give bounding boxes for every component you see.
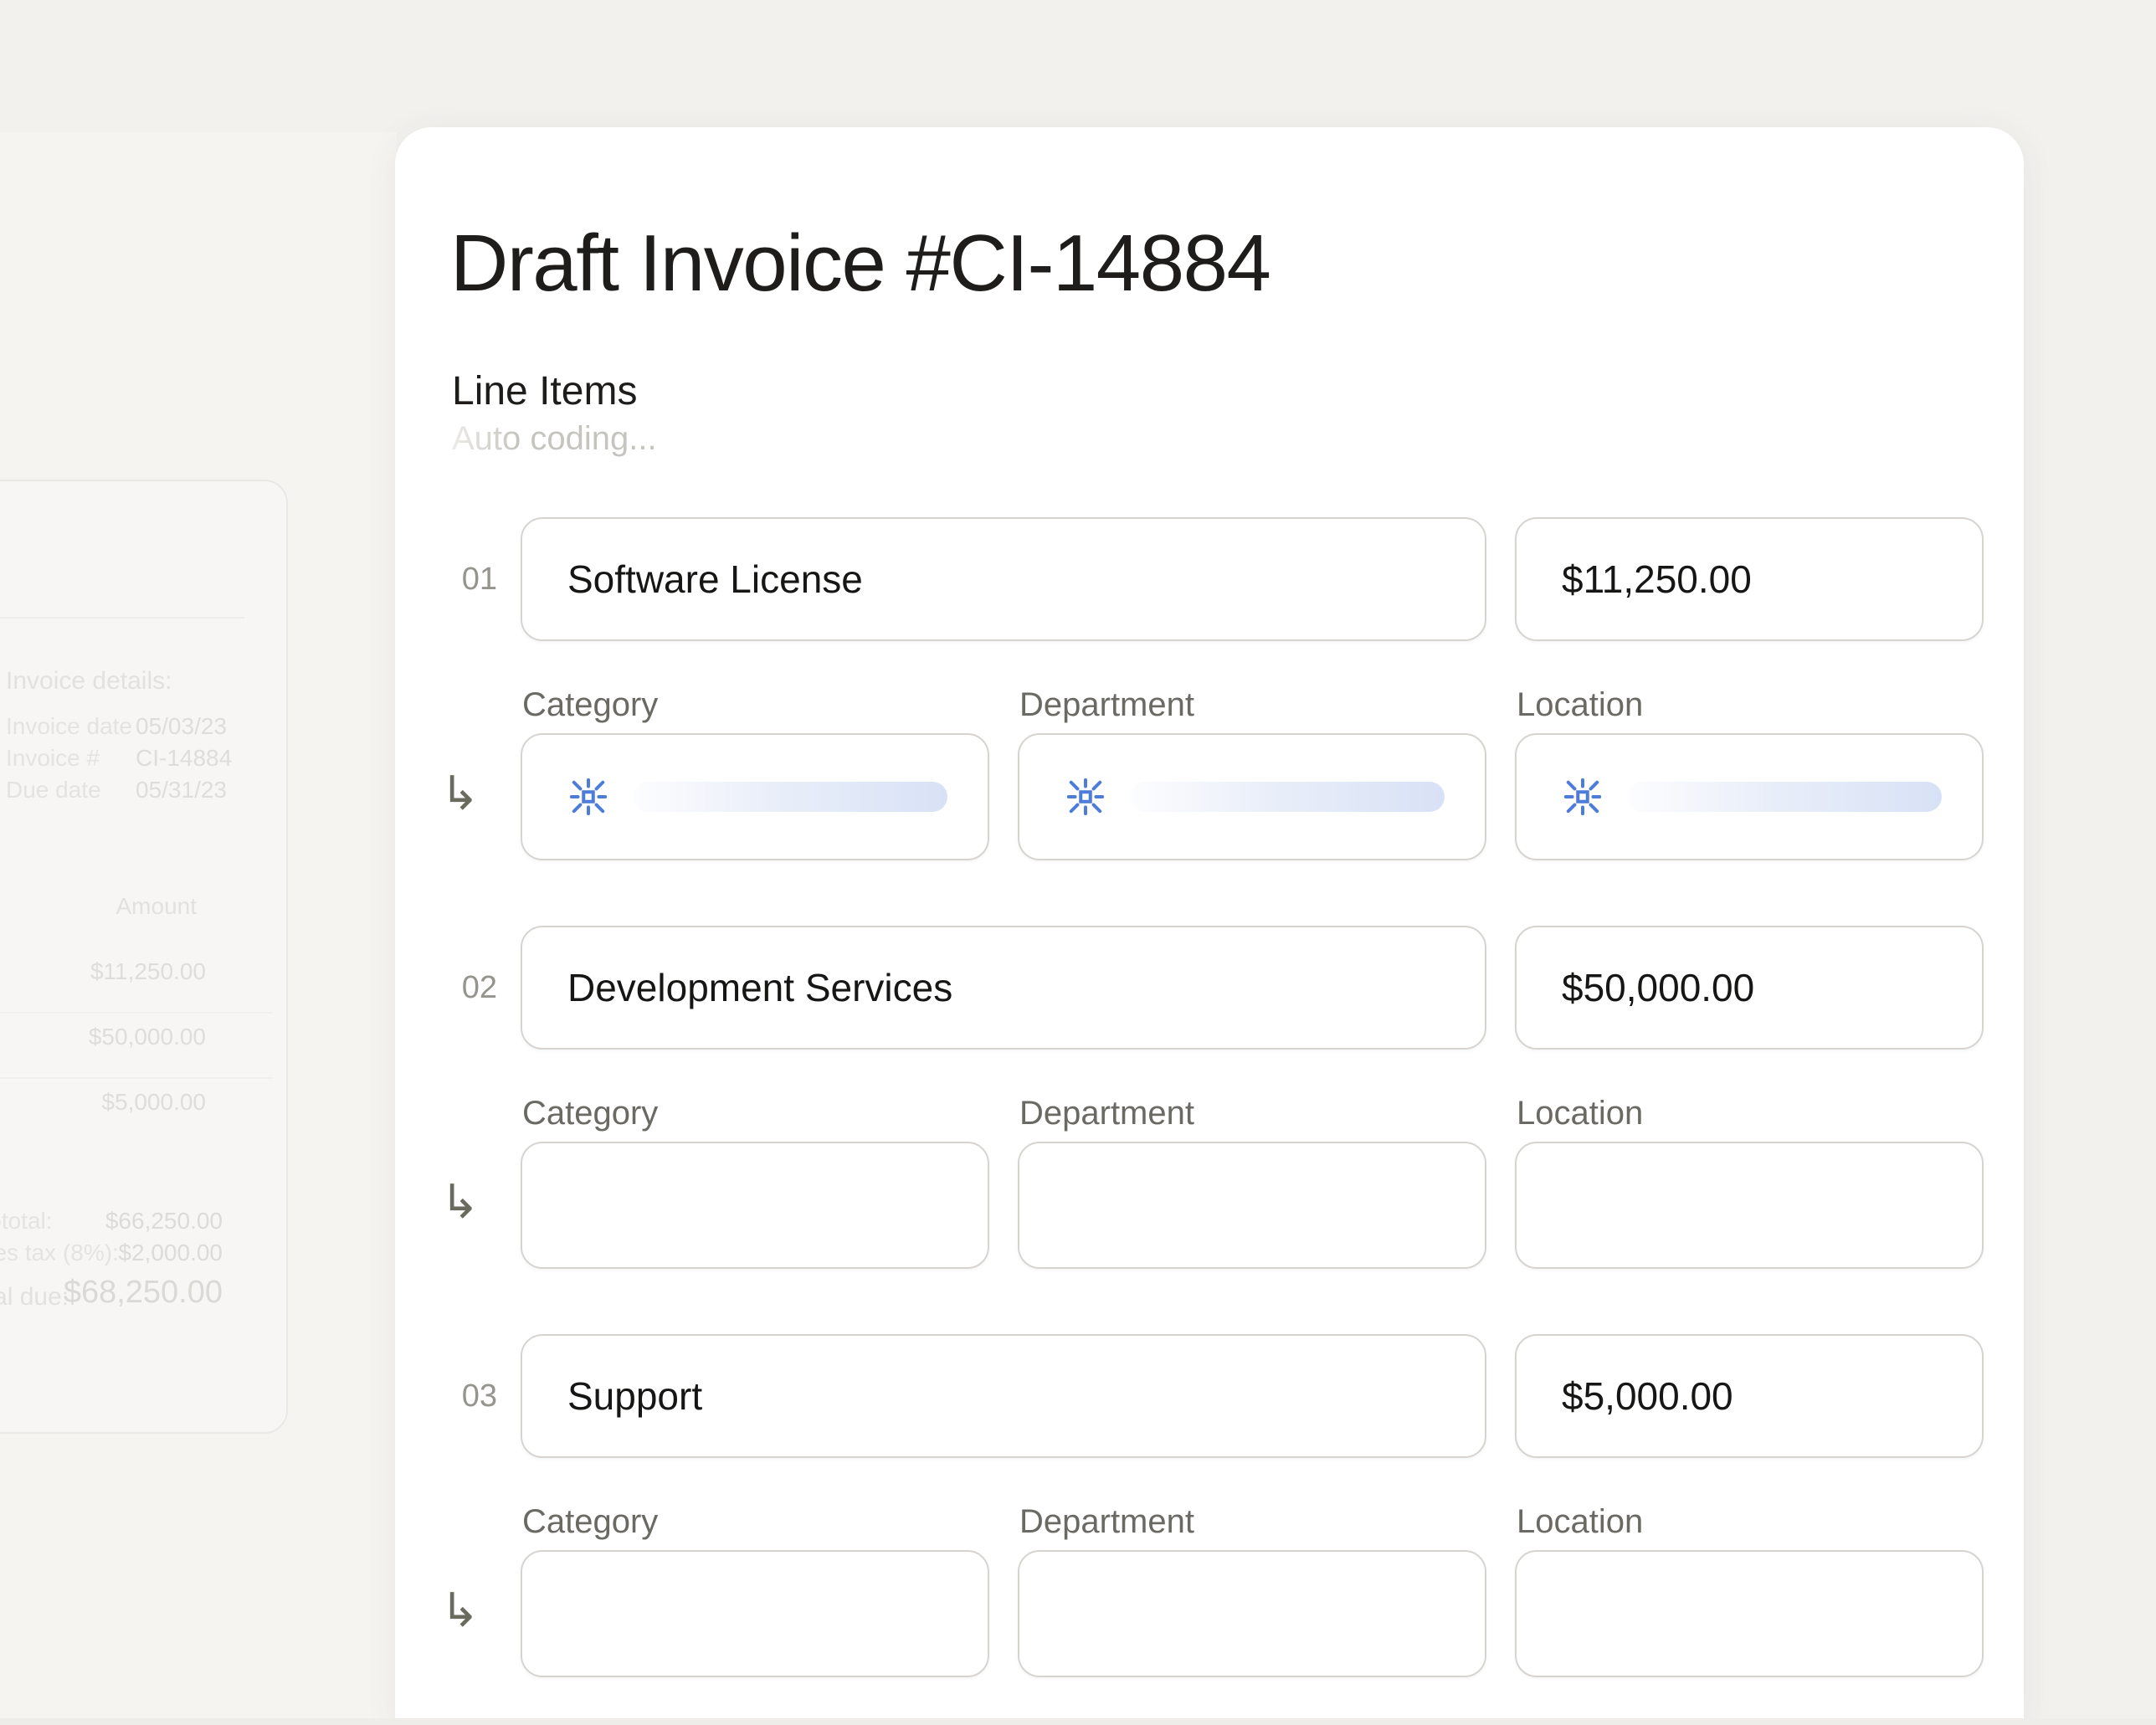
auto-coding-status: Auto coding... — [452, 420, 657, 458]
line-item-row: 02 Development Services $50,000.00 Categ… — [395, 926, 2024, 1276]
preview-row-divider — [0, 1077, 273, 1079]
location-input[interactable] — [1515, 1550, 1984, 1677]
location-input[interactable] — [1515, 1142, 1984, 1269]
line-item-number: 02 — [395, 926, 497, 1050]
preview-row-divider — [0, 1012, 273, 1014]
category-input[interactable] — [521, 733, 989, 860]
description-input[interactable]: Software License — [521, 517, 1486, 641]
department-input[interactable] — [1018, 1142, 1486, 1269]
department-label: Department — [1019, 686, 1194, 724]
bottom-edge-divider — [0, 1718, 2156, 1725]
amount-input[interactable]: $5,000.00 — [1515, 1334, 1984, 1458]
draft-invoice-card: Draft Invoice #CI-14884 Line Items Auto … — [395, 127, 2024, 1725]
amount-value: $11,250.00 — [1517, 519, 1982, 639]
location-label: Location — [1517, 686, 1643, 724]
preview-amount-header: Amount — [116, 893, 198, 920]
preview-salestax-label: Sales tax (8%): — [0, 1240, 119, 1266]
return-arrow-icon: ↳ — [440, 1142, 499, 1269]
loading-shimmer-bar — [633, 782, 947, 812]
line-item-number: 01 — [395, 517, 497, 641]
department-label: Department — [1019, 1503, 1194, 1541]
location-label: Location — [1517, 1503, 1643, 1541]
preview-subtotal-value: $66,250.00 — [105, 1208, 223, 1235]
description-input[interactable]: Support — [521, 1334, 1486, 1458]
preview-invoice-date-value: 05/03/23 — [136, 713, 227, 740]
preview-due-date-label: Due date — [6, 777, 101, 803]
amount-value: $50,000.00 — [1517, 927, 1982, 1048]
sparkle-loader-icon — [569, 778, 608, 816]
amount-input[interactable]: $50,000.00 — [1515, 926, 1984, 1050]
location-label: Location — [1517, 1095, 1643, 1132]
location-input[interactable] — [1515, 733, 1984, 860]
page-title: Draft Invoice #CI-14884 — [450, 218, 1270, 310]
category-label: Category — [522, 1503, 658, 1541]
amount-input[interactable]: $11,250.00 — [1515, 517, 1984, 641]
preview-due-date-value: 05/31/23 — [136, 777, 227, 803]
line-item-row: 01 Software License $11,250.00 Category … — [395, 517, 2024, 867]
description-input[interactable]: Development Services — [521, 926, 1486, 1050]
sparkle-loader-icon — [1563, 778, 1602, 816]
preview-divider — [0, 617, 244, 619]
preview-amount-3: $5,000.00 — [101, 1089, 206, 1116]
preview-subtotal-label: Subtotal: — [0, 1208, 53, 1235]
preview-amount-2: $50,000.00 — [89, 1024, 206, 1050]
invoice-preview-panel: Invoice details: Invoice date 05/03/23 I… — [0, 480, 288, 1434]
category-label: Category — [522, 686, 658, 724]
preview-invoice-number-value: CI-14884 — [136, 745, 232, 772]
line-items-heading: Line Items — [452, 368, 637, 414]
description-value: Software License — [522, 519, 1485, 639]
line-item-number: 03 — [395, 1334, 497, 1458]
department-label: Department — [1019, 1095, 1194, 1132]
description-value: Development Services — [522, 927, 1485, 1048]
category-input[interactable] — [521, 1142, 989, 1269]
department-input[interactable] — [1018, 1550, 1486, 1677]
loading-shimmer-bar — [1627, 782, 1942, 812]
line-item-row: 03 Support $5,000.00 Category Department… — [395, 1334, 2024, 1684]
category-input[interactable] — [521, 1550, 989, 1677]
description-value: Support — [522, 1336, 1485, 1456]
return-arrow-icon: ↳ — [440, 1550, 499, 1677]
preview-salestax-value: $2,000.00 — [118, 1240, 223, 1266]
sparkle-loader-icon — [1066, 778, 1105, 816]
preview-invoice-date-label: Invoice date — [6, 713, 132, 740]
return-arrow-icon: ↳ — [440, 733, 499, 860]
department-input[interactable] — [1018, 733, 1486, 860]
preview-heading: Invoice details: — [6, 667, 172, 696]
amount-value: $5,000.00 — [1517, 1336, 1982, 1456]
category-label: Category — [522, 1095, 658, 1132]
preview-total-label: Total due: — [0, 1283, 69, 1312]
preview-amount-1: $11,250.00 — [90, 958, 206, 985]
preview-total-value: $68,250.00 — [64, 1275, 223, 1311]
preview-invoice-number-label: Invoice # — [6, 745, 100, 772]
loading-shimmer-bar — [1130, 782, 1445, 812]
